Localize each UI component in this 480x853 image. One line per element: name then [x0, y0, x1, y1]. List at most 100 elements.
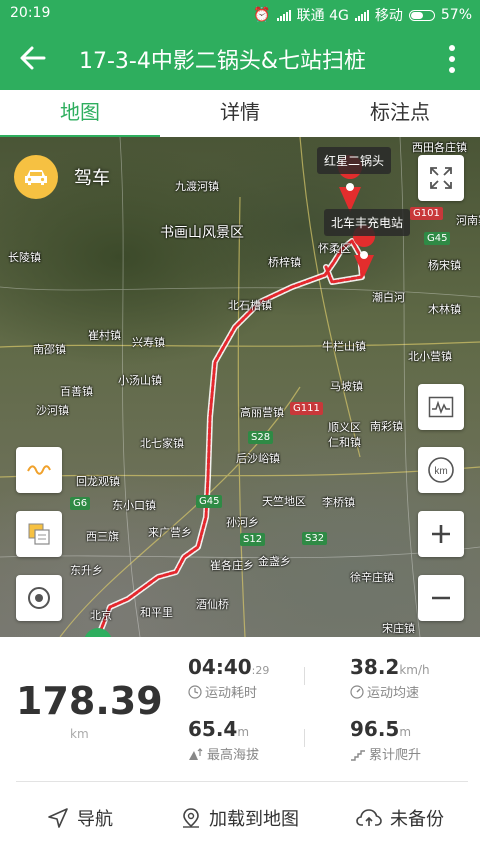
tab-map[interactable]: 地图 — [0, 90, 160, 138]
divider — [304, 667, 305, 685]
place-label: 怀柔区 — [318, 242, 351, 255]
track-style-button[interactable] — [16, 447, 62, 493]
place-label: 东升乡 — [70, 564, 103, 577]
zoom-in-icon — [432, 525, 450, 543]
signal-icon — [276, 9, 291, 21]
signal-icon — [354, 9, 369, 21]
place-label: 后沙峪镇 — [236, 452, 280, 465]
navigate-button[interactable]: 导航 — [0, 782, 160, 853]
place-label: 李桥镇 — [322, 496, 355, 509]
tab-bar: 地图 详情 标注点 — [0, 90, 480, 138]
battery-percent: 57% — [440, 7, 472, 23]
climb-value: 96.5 — [350, 717, 400, 741]
stat-duration: 04:40:29 运动耗时 — [188, 655, 269, 701]
place-label: 崔各庄乡 — [210, 559, 254, 572]
tab-markers[interactable]: 标注点 — [320, 90, 480, 136]
place-label: 九渡河镇 — [175, 180, 219, 193]
place-label: 长陵镇 — [8, 251, 41, 264]
expand-icon — [430, 167, 452, 189]
avg-speed-value: 38.2 — [350, 655, 400, 679]
travel-mode-label: 驾车 — [74, 168, 110, 189]
place-label: 北石槽镇 — [228, 299, 272, 312]
status-bar: 20:19 ⏰ 联通 4G 移动 57% — [0, 0, 480, 27]
cloud-upload-icon — [356, 808, 382, 826]
travel-mode-badge[interactable]: 驾车 — [14, 155, 110, 199]
place-label: 孙河乡 — [226, 516, 259, 529]
place-label: 小汤山镇 — [118, 374, 162, 387]
place-label: 天竺地区 — [262, 495, 306, 508]
load-to-map-label: 加载到地图 — [209, 808, 299, 830]
place-label: 沙河镇 — [36, 404, 69, 417]
place-label: 潮白河 — [372, 291, 405, 304]
place-label: 牛栏山镇 — [322, 340, 366, 353]
road-shield: S32 — [302, 532, 328, 545]
action-bar: 导航 加载到地图 未备份 — [0, 782, 480, 853]
place-label: 和平里 — [140, 606, 173, 619]
map-layers-button[interactable] — [16, 511, 62, 557]
road-shield: G111 — [290, 402, 323, 415]
place-label: 兴寿镇 — [132, 336, 165, 349]
place-label: 西田各庄镇 — [412, 141, 467, 154]
map-view[interactable]: 九渡河镇 书画山风景区 长陵镇 桥梓镇 怀柔区 北石槽镇 崔村镇 兴寿镇 南邵镇… — [0, 137, 480, 637]
load-to-map-button[interactable]: 加载到地图 — [160, 782, 320, 853]
stat-avg-speed: 38.2km/h 运动均速 — [350, 655, 430, 701]
climb-unit: m — [399, 725, 412, 739]
backup-label: 未备份 — [390, 808, 444, 830]
alarm-icon: ⏰ — [253, 7, 271, 23]
place-label: 百善镇 — [60, 385, 93, 398]
navigation-arrow-icon — [48, 807, 68, 828]
backup-button[interactable]: 未备份 — [320, 782, 480, 853]
climb-icon — [351, 749, 365, 761]
start-marker-callout[interactable]: 红星二锅头 — [317, 147, 392, 174]
duration-value: 04:40 — [188, 655, 252, 679]
layers-icon — [28, 523, 50, 545]
map-pin-icon — [183, 807, 199, 828]
place-label: 顺义区 — [328, 421, 361, 434]
avg-speed-unit: km/h — [399, 663, 430, 677]
carrier-1: 联通 4G — [296, 8, 349, 24]
place-label: 东小口镇 — [112, 499, 156, 512]
road-shield: G45 — [424, 232, 451, 245]
navigate-label: 导航 — [77, 808, 113, 830]
max-alt-label: 最高海拔 — [207, 748, 260, 763]
speed-icon — [350, 684, 364, 699]
app-bar: 17-3-4中影二锅头&七站扫桩 — [0, 27, 480, 90]
place-label: 来广营乡 — [148, 526, 192, 539]
end-marker-callout[interactable]: 北车丰充电站 — [324, 209, 411, 236]
elevation-chart-button[interactable] — [418, 384, 464, 430]
place-label: 高丽营镇 — [240, 406, 284, 419]
zoom-out-icon — [432, 596, 450, 600]
place-label: 桥梓镇 — [268, 256, 301, 269]
car-icon — [14, 155, 58, 199]
place-label: 北小营镇 — [408, 350, 452, 363]
chart-icon — [428, 396, 454, 418]
tab-details[interactable]: 详情 — [160, 90, 320, 136]
back-arrow-icon[interactable] — [18, 43, 48, 73]
duration-label: 运动耗时 — [205, 686, 258, 701]
more-menu-icon[interactable] — [448, 43, 456, 75]
stats-panel: 178.39 km 04:40:29 运动耗时 38.2km/h 运动均速 65… — [0, 637, 480, 781]
status-time: 20:19 — [10, 5, 51, 21]
zoom-in-button[interactable] — [418, 511, 464, 557]
duration-seconds: :29 — [251, 664, 270, 677]
distance-unit: km — [70, 727, 89, 741]
locate-icon — [28, 587, 50, 609]
place-label: 宋庄镇 — [382, 622, 415, 635]
zoom-out-button[interactable] — [418, 575, 464, 621]
fullscreen-button[interactable] — [418, 155, 464, 201]
stat-climb: 96.5m 累计爬升 — [350, 717, 421, 763]
wave-icon — [27, 465, 51, 475]
place-label: 南彩镇 — [370, 420, 403, 433]
clock-icon — [188, 684, 202, 699]
km-markers-button[interactable]: km — [418, 447, 464, 493]
road-shield: G45 — [196, 495, 223, 508]
page-title: 17-3-4中影二锅头&七站扫桩 — [79, 49, 367, 74]
svg-text:km: km — [434, 466, 447, 477]
mountain-icon — [189, 747, 203, 760]
place-label: 崔村镇 — [88, 329, 121, 342]
max-alt-value: 65.4 — [188, 717, 238, 741]
status-indicators: ⏰ 联通 4G 移动 57% — [253, 5, 472, 25]
climb-label: 累计爬升 — [369, 748, 422, 763]
locate-button[interactable] — [16, 575, 62, 621]
avg-speed-label: 运动均速 — [367, 686, 420, 701]
